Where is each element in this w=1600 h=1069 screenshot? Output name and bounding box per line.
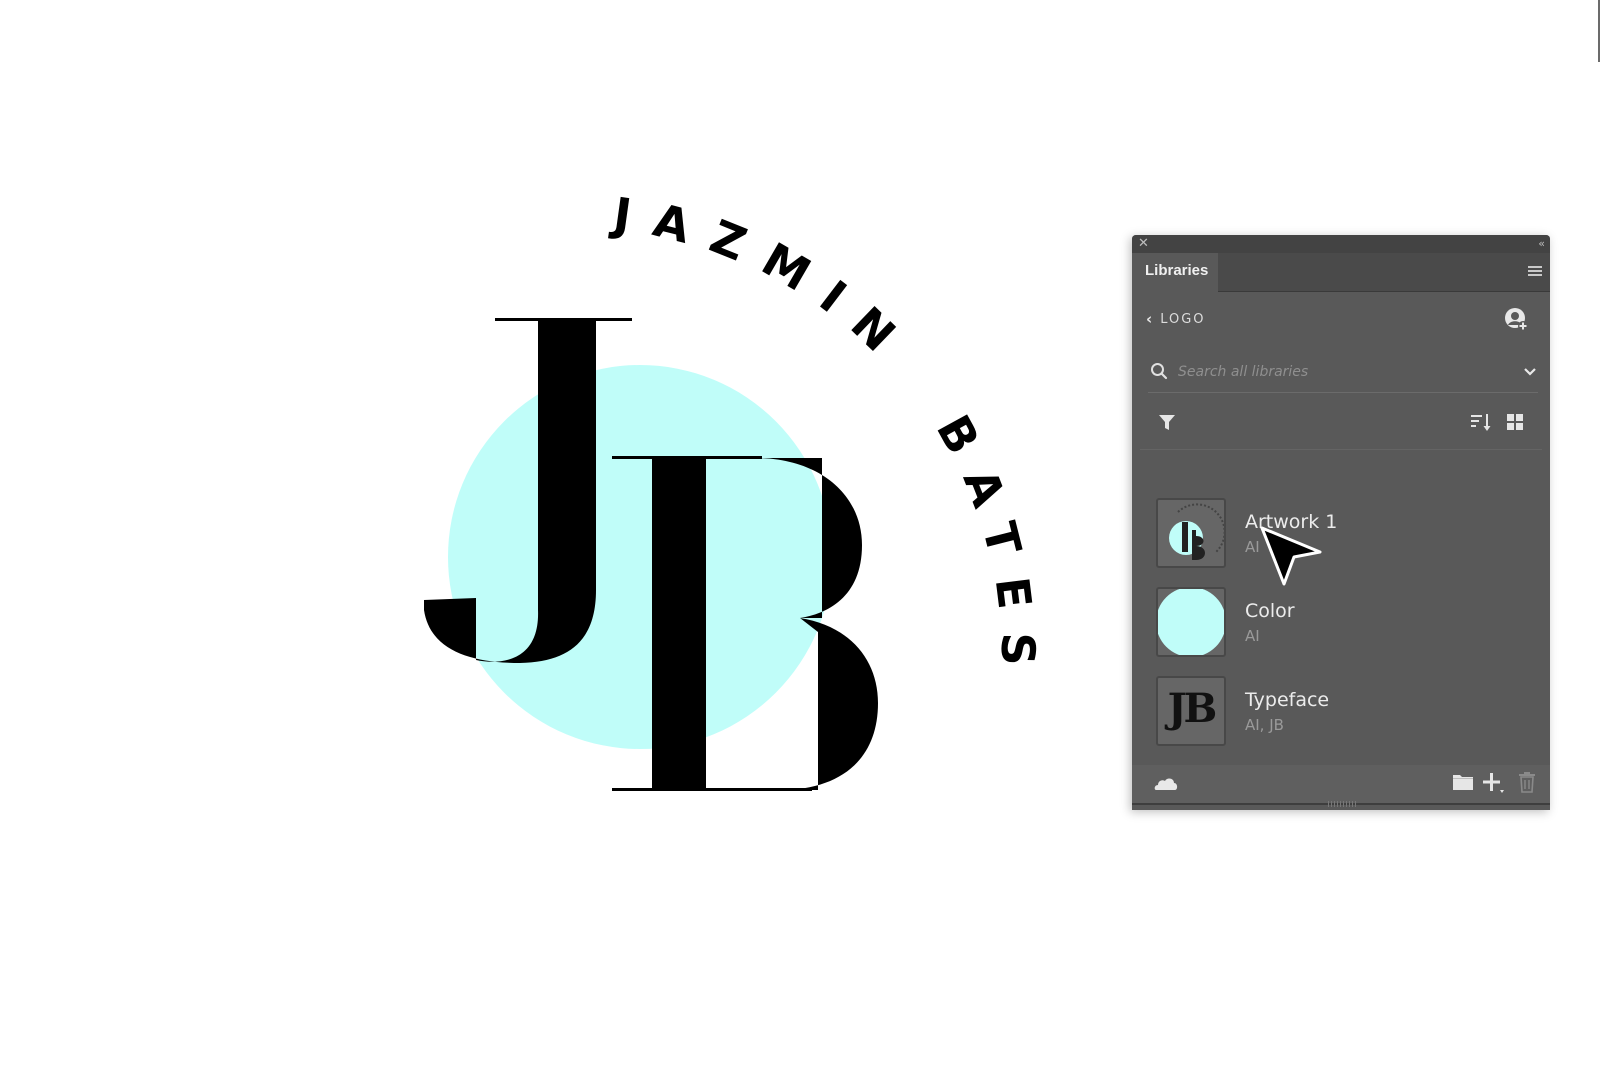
plus-icon[interactable] [1482,771,1506,795]
chevron-left-icon: ‹ [1146,310,1153,328]
trash-icon[interactable] [1518,771,1536,793]
toolbar-divider [1140,449,1542,450]
name-first: JAZMIN [607,187,921,378]
library-item-typeface[interactable]: JB Typeface AI, JB [1156,676,1536,765]
library-item-artwork[interactable]: Artwork 1 AI [1156,498,1536,587]
libraries-panel: ✕ ‹‹ Libraries ‹ LOGO Search all librari… [1132,235,1550,810]
search-icon [1151,363,1168,380]
collapse-icon[interactable]: ‹‹ [1538,236,1545,252]
add-user-icon[interactable] [1504,307,1528,331]
filter-icon[interactable] [1158,413,1176,431]
color-swatch [1156,587,1226,657]
artwork-thumbnail-image [1169,503,1224,560]
search-input[interactable] [1176,358,1500,386]
library-nav: ‹ LOGO [1132,303,1550,337]
panel-tabbar: Libraries [1132,253,1550,292]
logo-artwork: JAZMIN BATES [0,0,1120,1069]
library-item-color[interactable]: Color AI [1156,587,1536,676]
item-meta: AI [1245,538,1260,556]
library-items: Artwork 1 AI Color AI JB Typeface AI, JB [1156,498,1536,765]
item-name: Artwork 1 [1245,511,1338,533]
logo-circle [448,365,832,749]
logo-canvas: JAZMIN BATES [424,187,1045,791]
search-bar [1148,356,1538,393]
resize-grip[interactable] [1328,801,1356,807]
folder-icon[interactable] [1452,772,1474,792]
item-name: Color [1245,600,1295,622]
back-button[interactable]: ‹ LOGO [1146,310,1206,328]
hamburger-menu-icon[interactable] [1528,266,1542,278]
library-toolbar [1132,407,1550,437]
grid-view-icon[interactable] [1506,413,1524,431]
artwork-thumbnail [1156,498,1226,568]
color-swatch-circle [1158,589,1224,655]
sort-icon[interactable] [1470,412,1492,432]
item-meta: AI [1245,627,1260,645]
name-last: BATES [926,406,1045,688]
item-meta: AI, JB [1245,716,1284,734]
typeface-sample: JB [1167,685,1218,732]
item-name: Typeface [1245,689,1330,711]
panel-footer [1132,765,1550,805]
typeface-thumbnail: JB [1156,676,1226,746]
panel-titlebar[interactable]: ✕ ‹‹ [1132,235,1550,253]
cloud-icon[interactable] [1154,774,1178,792]
chevron-down-icon[interactable] [1522,363,1538,379]
close-icon[interactable]: ✕ [1138,236,1149,252]
tab-libraries[interactable]: Libraries [1132,253,1218,292]
library-name: LOGO [1160,311,1206,327]
